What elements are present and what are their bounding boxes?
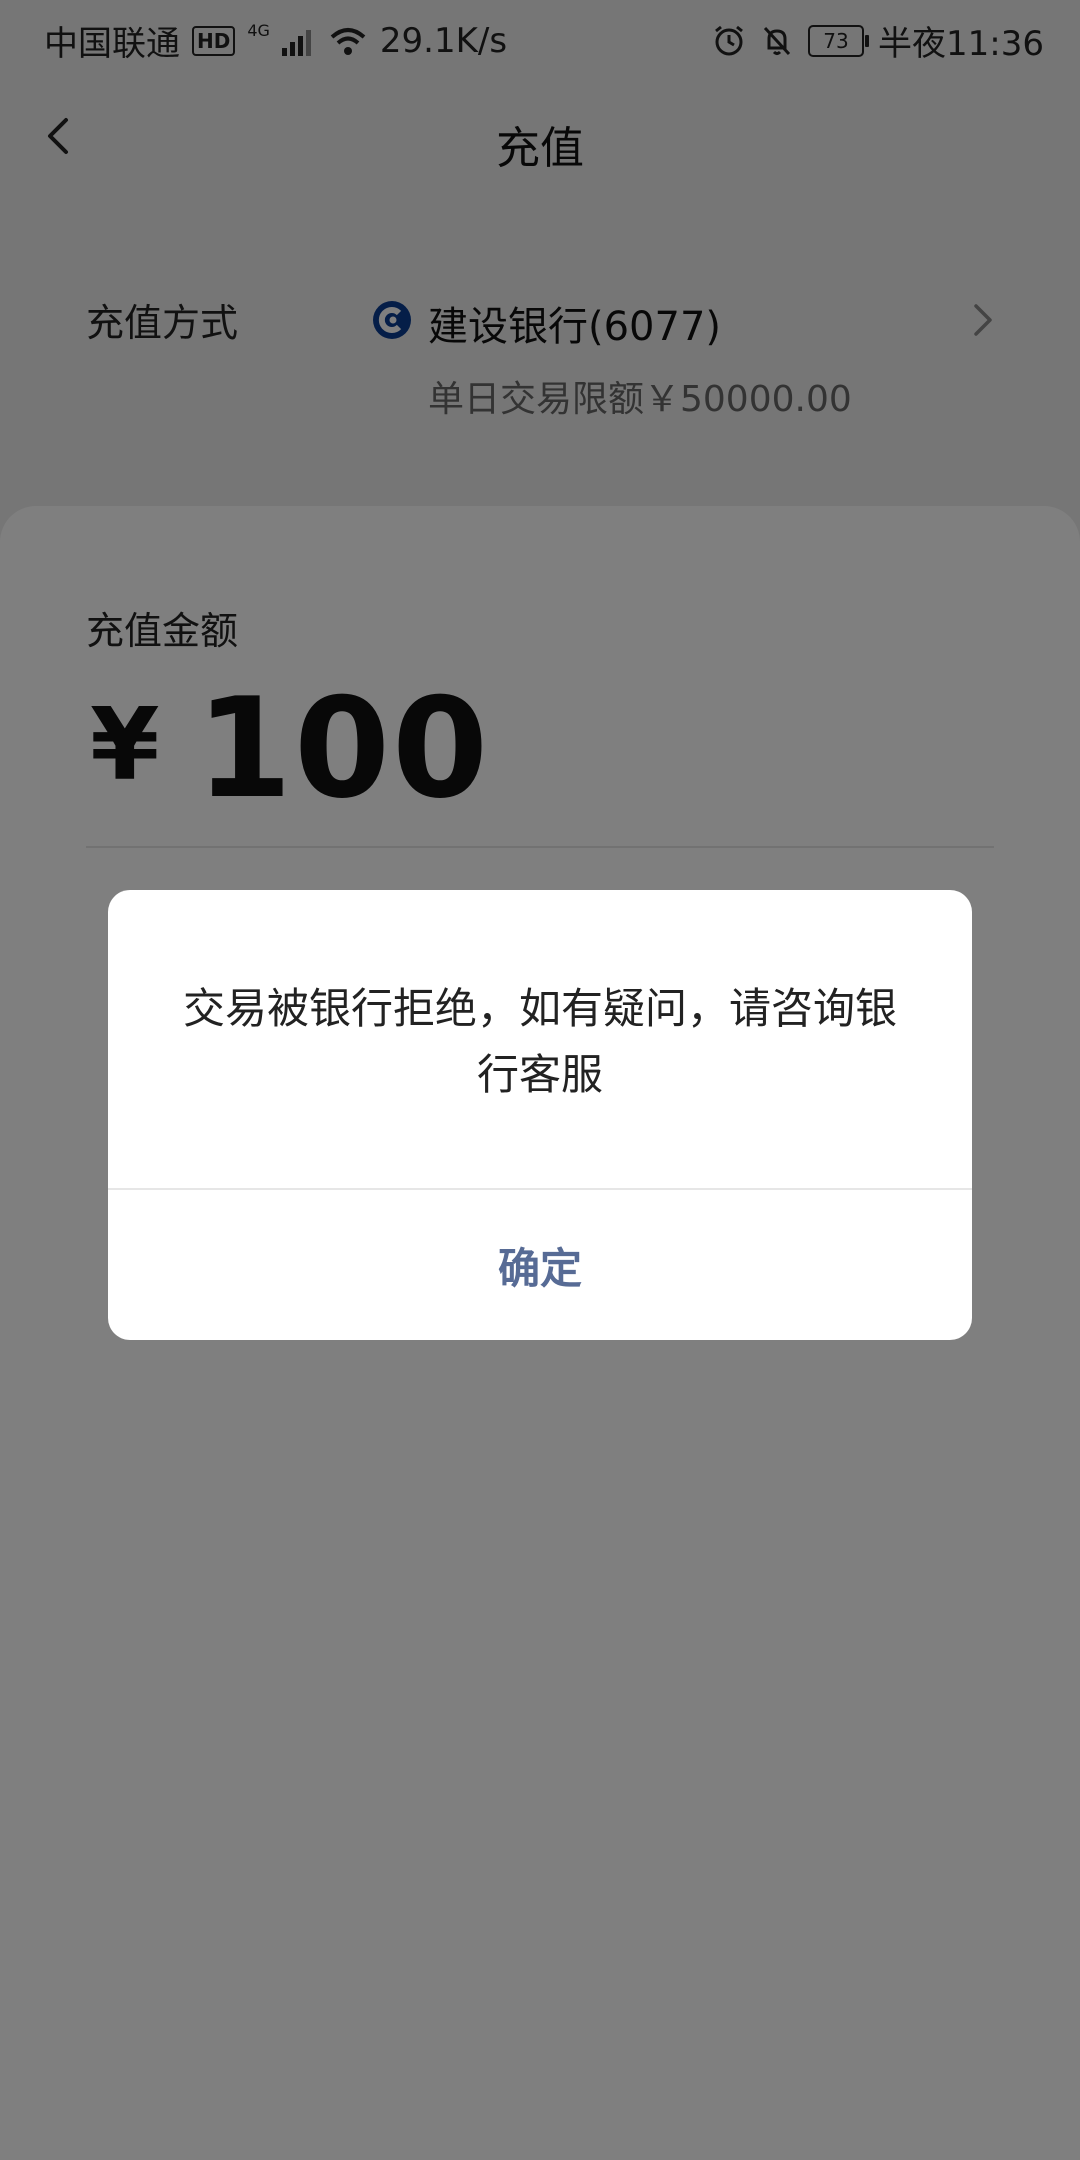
confirm-button[interactable]: 确定 [108, 1190, 972, 1340]
recharge-page: 中国联通 HD 4G 29.1K/s [0, 0, 1080, 2160]
dialog-message: 交易被银行拒绝，如有疑问，请咨询银行客服 [182, 984, 897, 1099]
error-dialog: 交易被银行拒绝，如有疑问，请咨询银行客服 确定 [108, 890, 972, 1340]
